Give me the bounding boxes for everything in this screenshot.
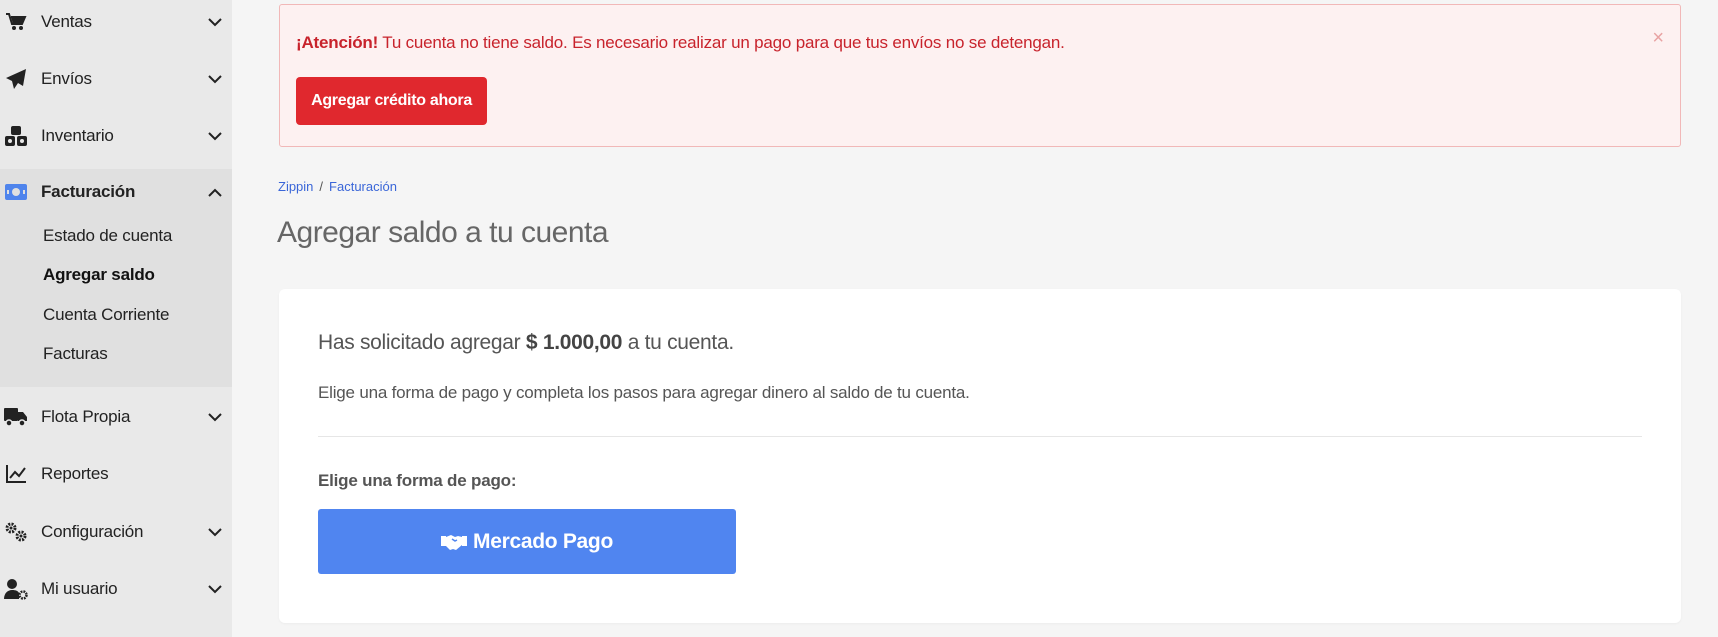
- chevron-down-icon: [205, 12, 225, 32]
- sidebar-item-label: Ventas: [41, 12, 92, 31]
- chevron-down-icon: [205, 69, 225, 89]
- sidebar-item-mi-usuario[interactable]: Mi usuario: [0, 569, 232, 609]
- sidebar-item-flota-propia[interactable]: Flota Propia: [0, 397, 232, 437]
- submenu-item-cuenta-corriente[interactable]: Cuenta Corriente: [43, 305, 169, 325]
- sidebar-item-label: Mi usuario: [41, 579, 118, 598]
- submenu-item-agregar-saldo[interactable]: Agregar saldo: [43, 265, 155, 285]
- close-icon[interactable]: ×: [1652, 27, 1664, 50]
- money-bill-icon: [4, 180, 28, 204]
- sidebar-item-envios[interactable]: Envíos: [0, 59, 232, 99]
- page-title: Agregar saldo a tu cuenta: [277, 216, 609, 249]
- mercado-pago-button[interactable]: Mercado Pago: [318, 509, 736, 574]
- chevron-down-icon: [205, 579, 225, 599]
- sidebar-item-label: Configuración: [41, 522, 144, 541]
- line-chart-icon: [4, 462, 28, 486]
- sidebar-item-ventas[interactable]: Ventas: [0, 2, 232, 42]
- chevron-down-icon: [205, 407, 225, 427]
- add-balance-card: Has solicitado agregar $ 1.000,00 a tu c…: [279, 289, 1681, 623]
- requested-amount: $ 1.000,00: [525, 331, 623, 354]
- sidebar-item-label: Flota Propia: [41, 407, 131, 426]
- chevron-up-icon: [205, 182, 225, 202]
- submenu-item-estado-de-cuenta[interactable]: Estado de cuenta: [43, 226, 172, 246]
- divider: [318, 436, 1642, 437]
- choose-payment-label: Elige una forma de pago:: [318, 471, 517, 490]
- submenu-item-facturas[interactable]: Facturas: [43, 344, 108, 364]
- breadcrumb-current-link[interactable]: Facturación: [329, 179, 397, 194]
- add-credit-button[interactable]: Agregar crédito ahora: [296, 77, 487, 125]
- chevron-down-icon: [205, 126, 225, 146]
- sidebar-item-inventario[interactable]: Inventario: [0, 116, 232, 156]
- handshake-icon: [441, 533, 468, 551]
- requested-amount-text: Has solicitado agregar $ 1.000,00 a tu c…: [318, 331, 734, 355]
- breadcrumb-home-link[interactable]: Zippin: [278, 179, 313, 194]
- lead-before: Has solicitado agregar: [318, 331, 521, 354]
- card-description: Elige una forma de pago y completa los p…: [318, 383, 970, 402]
- sidebar-item-label: Facturación: [41, 182, 136, 201]
- mercado-pago-label: Mercado Pago: [473, 529, 613, 553]
- user-cog-icon: [4, 577, 28, 601]
- sidebar-item-label: Inventario: [41, 126, 114, 145]
- sidebar: Ventas Envíos Inventario Facturación Est…: [0, 0, 232, 637]
- breadcrumb: Zippin / Facturación: [278, 179, 397, 194]
- sidebar-item-configuracion[interactable]: Configuración: [0, 512, 232, 552]
- breadcrumb-separator: /: [319, 179, 324, 194]
- chevron-down-icon: [205, 522, 225, 542]
- sidebar-item-facturacion[interactable]: Facturación: [0, 172, 232, 212]
- alert-message: ¡Atención! Tu cuenta no tiene saldo. Es …: [296, 33, 1065, 53]
- paper-plane-icon: [4, 67, 28, 91]
- lead-after: a tu cuenta.: [627, 331, 734, 354]
- no-balance-alert: ¡Atención! Tu cuenta no tiene saldo. Es …: [279, 4, 1681, 147]
- sidebar-item-label: Reportes: [41, 464, 109, 483]
- cubes-icon: [4, 124, 28, 148]
- sidebar-item-reportes[interactable]: Reportes: [0, 454, 232, 494]
- cogs-icon: [4, 520, 28, 544]
- alert-title: ¡Atención!: [296, 33, 379, 52]
- alert-body: Tu cuenta no tiene saldo. Es necesario r…: [382, 33, 1065, 52]
- sidebar-item-label: Envíos: [41, 69, 92, 88]
- cart-icon: [4, 10, 28, 34]
- truck-icon: [4, 405, 28, 429]
